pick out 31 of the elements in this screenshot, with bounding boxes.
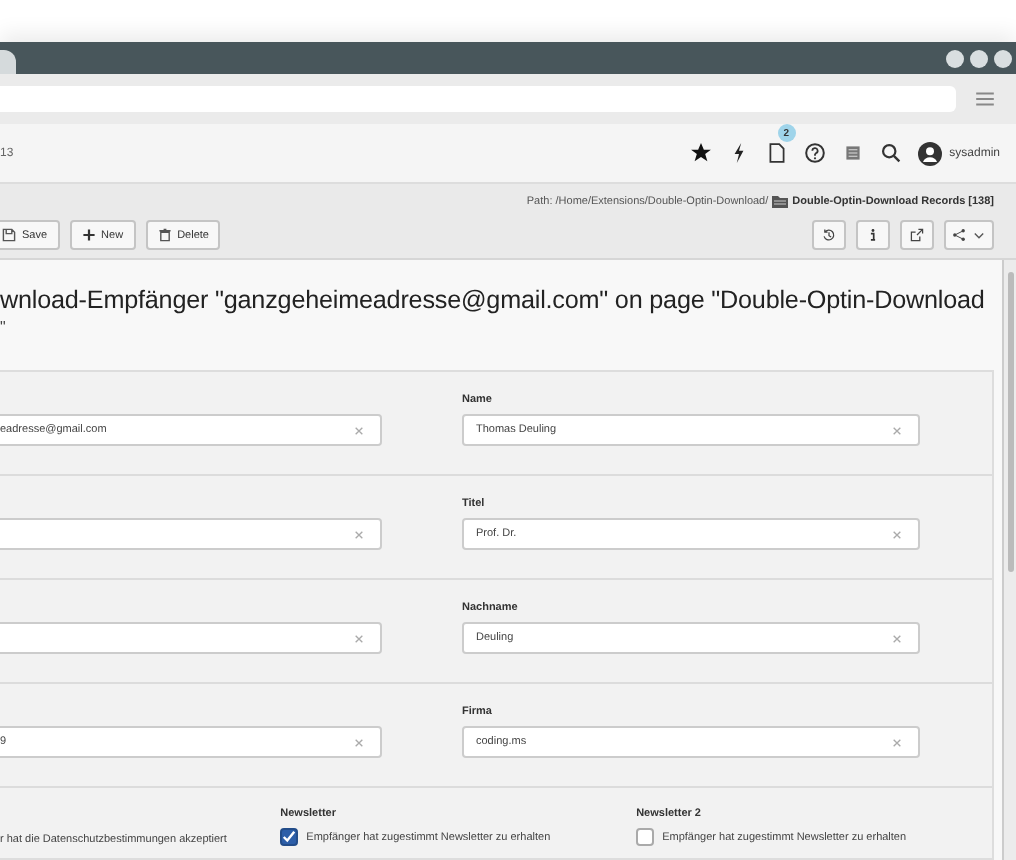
menu-icon[interactable] [974,88,996,110]
external-link-icon [910,228,924,242]
caret-icon [972,228,986,242]
open-new-window-button[interactable] [900,220,934,250]
floppy-icon [2,228,16,242]
history-button[interactable] [812,220,846,250]
help-icon[interactable] [803,142,826,164]
input-field[interactable] [0,518,382,550]
star-icon[interactable] [689,142,712,164]
trash-icon [157,228,172,242]
plus-icon [81,228,96,242]
window-control-dot[interactable] [970,49,988,67]
info-button[interactable] [856,220,890,250]
avatar-icon[interactable] [917,141,942,165]
file-icon[interactable] [765,142,788,164]
window-control-dot[interactable] [994,49,1012,67]
checkbox[interactable] [280,828,299,846]
folder-icon [772,196,789,208]
input-field[interactable] [0,622,382,654]
page-title-continuation: " [0,318,8,336]
checkbox[interactable] [636,828,655,846]
search-icon[interactable] [879,142,902,164]
info-icon [866,228,880,242]
window-control-dot[interactable] [946,49,964,67]
history-icon [822,228,836,242]
share-icon [952,228,966,242]
page-title: wnload-Empfänger "ganzgeheimeadresse@gmail.com" on page "Double-Optin-Download [0,284,987,318]
share-dropdown-button[interactable] [944,220,994,250]
scrollbar[interactable] [1002,260,1016,860]
browser-tab[interactable] [0,50,16,74]
list-icon[interactable] [841,142,864,164]
